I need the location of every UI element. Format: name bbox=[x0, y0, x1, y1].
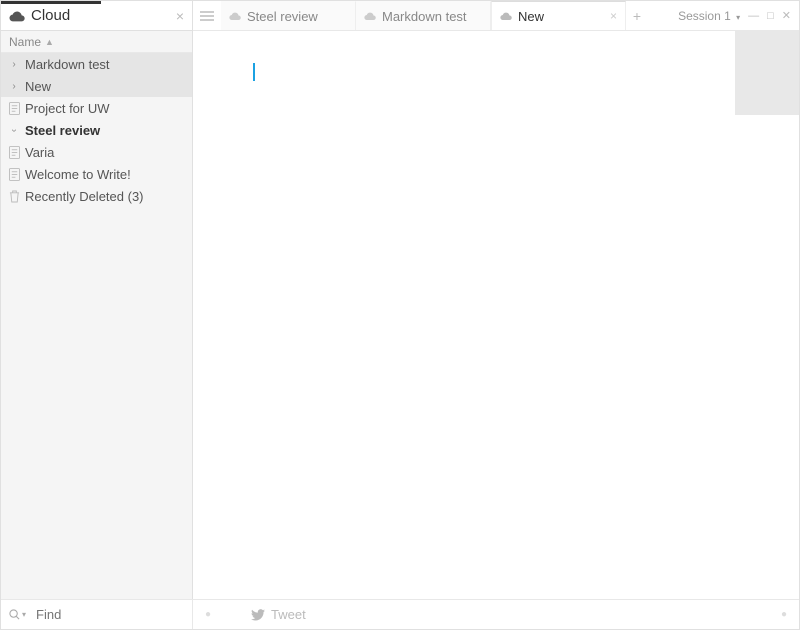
footer-mid: ● Tweet bbox=[193, 607, 769, 622]
search-icon bbox=[9, 609, 20, 620]
minimize-icon[interactable]: — bbox=[748, 10, 759, 22]
cloud-icon bbox=[364, 12, 378, 20]
tree-item-label: Markdown test bbox=[25, 57, 110, 72]
sidebar: Cloud × Name ▲ › Markdown test › New Pro… bbox=[1, 1, 193, 629]
document-icon bbox=[7, 102, 21, 115]
column-header-label: Name bbox=[9, 35, 41, 49]
tree-item-markdown-test[interactable]: › Markdown test bbox=[1, 53, 192, 75]
find-box[interactable]: ▾ bbox=[1, 600, 193, 629]
tree-item-label: Steel review bbox=[25, 123, 100, 138]
find-input[interactable] bbox=[36, 607, 212, 622]
minimap[interactable] bbox=[735, 31, 799, 115]
tree-item-new[interactable]: › New bbox=[1, 75, 192, 97]
status-dot-icon: ● bbox=[205, 609, 211, 620]
twitter-icon bbox=[251, 609, 265, 621]
tab-close-icon[interactable]: × bbox=[610, 9, 617, 23]
tweet-label: Tweet bbox=[271, 607, 306, 622]
tree-item-label: Project for UW bbox=[25, 101, 110, 116]
tree-item-label: Varia bbox=[25, 145, 54, 160]
tree-item-project-uw[interactable]: Project for UW bbox=[1, 97, 192, 119]
tab-label: New bbox=[518, 9, 606, 24]
tab-label: Markdown test bbox=[382, 9, 482, 24]
chevron-down-icon: › bbox=[9, 123, 20, 137]
tab-markdown-test[interactable]: Markdown test bbox=[356, 1, 491, 30]
hamburger-icon[interactable] bbox=[193, 1, 221, 30]
add-tab-button[interactable]: + bbox=[626, 1, 648, 30]
document-icon bbox=[7, 146, 21, 159]
trash-icon bbox=[7, 190, 21, 203]
sidebar-title: Cloud bbox=[31, 7, 70, 24]
tab-label: Steel review bbox=[247, 9, 347, 24]
footer-right-dot: ● bbox=[769, 609, 799, 620]
close-icon[interactable]: ✕ bbox=[782, 9, 791, 22]
cloud-icon bbox=[9, 10, 25, 22]
sidebar-active-indicator bbox=[1, 1, 101, 4]
tweet-button[interactable]: Tweet bbox=[251, 607, 306, 622]
main-area: Steel review Markdown test New × + bbox=[193, 1, 799, 629]
cloud-icon bbox=[500, 12, 514, 20]
tree-item-steel-review[interactable]: › Steel review bbox=[1, 119, 192, 141]
tree-item-welcome[interactable]: Welcome to Write! bbox=[1, 163, 192, 185]
tab-strip: Steel review Markdown test New × + bbox=[221, 1, 670, 30]
cloud-icon bbox=[229, 12, 243, 20]
text-cursor bbox=[253, 63, 255, 81]
chevron-right-icon: › bbox=[7, 81, 21, 92]
session-bar: Session 1 ▾ — □ ✕ bbox=[670, 1, 799, 30]
tree-item-label: Welcome to Write! bbox=[25, 167, 131, 182]
column-header-name[interactable]: Name ▲ bbox=[1, 31, 192, 53]
document-icon bbox=[7, 168, 21, 181]
editor-area bbox=[193, 31, 799, 629]
tree-item-label: Recently Deleted (3) bbox=[25, 189, 144, 204]
editor[interactable] bbox=[193, 31, 799, 629]
sort-asc-icon: ▲ bbox=[45, 37, 54, 47]
document-tree: › Markdown test › New Project for UW › S… bbox=[1, 53, 192, 629]
tab-steel-review[interactable]: Steel review bbox=[221, 1, 356, 30]
chevron-down-icon[interactable]: ▾ bbox=[22, 610, 26, 619]
sidebar-close-icon[interactable]: × bbox=[176, 8, 184, 24]
chevron-right-icon: › bbox=[7, 59, 21, 70]
topbar: Steel review Markdown test New × + bbox=[193, 1, 799, 31]
maximize-icon[interactable]: □ bbox=[767, 10, 774, 22]
tree-item-varia[interactable]: Varia bbox=[1, 141, 192, 163]
tree-item-label: New bbox=[25, 79, 51, 94]
footer: ▾ ● Tweet ● bbox=[1, 599, 799, 629]
tree-item-recently-deleted[interactable]: Recently Deleted (3) bbox=[1, 185, 192, 207]
sidebar-header: Cloud × bbox=[1, 1, 192, 31]
chevron-down-icon: ▾ bbox=[736, 13, 740, 22]
session-menu[interactable]: Session 1 ▾ bbox=[678, 9, 740, 23]
tab-new[interactable]: New × bbox=[491, 1, 626, 30]
session-label: Session 1 bbox=[678, 9, 731, 23]
